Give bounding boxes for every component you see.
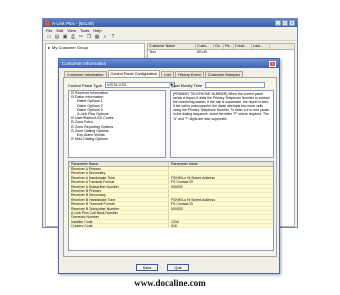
col-parameter-value[interactable]: Parameter Value — [169, 162, 273, 166]
parameter-name: Receiver B Transmit Format — [69, 202, 169, 206]
save-icon[interactable]: ▣ — [62, 34, 68, 40]
parameter-value[interactable]: 000000 — [169, 207, 273, 210]
new-icon[interactable]: ▭ — [46, 34, 52, 40]
parameter-value[interactable]: 1234 — [169, 220, 273, 223]
parameter-name: Receiver A Secondary — [69, 171, 169, 175]
control-panel-type-value: VISTA-VS3 — [106, 83, 127, 87]
control-panel-type-select[interactable]: VISTA-VS3 ▼ — [104, 82, 175, 88]
menu-tools[interactable]: Tools — [80, 28, 89, 33]
menu-edit[interactable]: Edit — [56, 28, 63, 33]
parameter-value[interactable]: FSKHi/Lo Hi Speed Address — [169, 176, 273, 179]
col-customer-id[interactable]: Custo... — [196, 44, 214, 49]
close-icon[interactable]: × — [269, 60, 276, 67]
parameter-name: Receiver B Subscriber Number — [69, 206, 169, 210]
copy-icon[interactable]: ❐ — [86, 34, 92, 40]
list-item[interactable]: Test 60149 — [148, 50, 294, 55]
watermark: www.docaline.com — [134, 278, 206, 288]
parameter-name: Domestic Number — [69, 215, 169, 219]
parameter-value[interactable] — [169, 193, 273, 196]
options-tree[interactable]: ⊟ Receiver Information ⊟ Dialer Informati… — [68, 90, 166, 158]
find-icon[interactable]: ⌕ — [102, 34, 108, 40]
parameter-value[interactable]: FS Contact ID — [169, 180, 273, 183]
parameter-value[interactable] — [169, 215, 273, 218]
parameter-value[interactable]: 000 — [169, 224, 273, 227]
maximize-icon[interactable]: □ — [282, 20, 288, 26]
paste-icon[interactable]: ▦ — [94, 34, 100, 40]
close-icon[interactable]: × — [289, 20, 295, 26]
minimize-icon[interactable]: _ — [275, 20, 281, 26]
dialog-title: Customer Information — [62, 61, 107, 66]
parameter-value[interactable] — [169, 167, 273, 170]
parameter-name: A-Link Plus Call Back Number — [69, 210, 169, 215]
col-last[interactable]: Last... — [252, 44, 270, 49]
last-modify-time-label: Last Modify Time — [172, 82, 203, 88]
parameter-name: Receiver A Primary — [69, 167, 169, 171]
parameter-name: Receiver B Primary — [69, 188, 169, 193]
customer-information-dialog: Customer Information × Customer Informat… — [58, 58, 280, 274]
control-panel-configuration-panel: Control Panel Type VISTA-VS3 ▼ Last Modi… — [63, 77, 277, 257]
option-description: [PRIMARY TELEPHONE NUMBER] When the cont… — [170, 90, 274, 158]
parameter-name: Receiver B Secondary — [69, 193, 169, 197]
parameter-table[interactable]: Parameter Name Parameter Value Receiver … — [68, 161, 274, 251]
list-item-id: 60149 — [197, 50, 207, 54]
app-icon — [45, 20, 50, 26]
folder-icon: ▸ — [48, 45, 51, 50]
col-ov[interactable]: Ov... — [214, 44, 224, 49]
main-window-title: A-Link Plus - [60149] — [52, 20, 94, 26]
parameter-name: Receiver A Transmit Format — [69, 180, 169, 184]
tree-item-label: My Customer Group — [52, 45, 89, 50]
parameter-name: Receiver B Handshake Tone — [69, 197, 169, 202]
parameter-value[interactable]: FS Contact ID — [169, 202, 273, 205]
tab-control-panel-configuration[interactable]: Control Panel Configuration — [107, 70, 161, 77]
table-row[interactable]: Country Code 000 — [69, 224, 273, 229]
menu-file[interactable]: File — [46, 28, 52, 33]
parameter-value[interactable]: FSKHi/Lo Hi Speed Address — [169, 198, 273, 201]
last-modify-time-field[interactable] — [205, 82, 266, 88]
control-panel-type-label: Control Panel Type — [68, 82, 102, 88]
main-titlebar[interactable]: A-Link Plus - [60149] _ □ × — [43, 19, 297, 27]
options-tree-item[interactable]: ⊟ Misc Dialing Options — [69, 137, 165, 141]
parameter-value[interactable] — [169, 171, 273, 174]
cut-icon[interactable]: ✂ — [78, 34, 84, 40]
print-icon[interactable]: ⎙ — [70, 34, 76, 40]
col-parameter-name[interactable]: Parameter Name — [69, 162, 169, 166]
parameter-name: Installer Code — [69, 219, 169, 224]
list-item-name: Test — [149, 50, 156, 54]
open-icon[interactable]: ▤ — [54, 34, 60, 40]
col-created[interactable]: Creat... — [234, 44, 252, 49]
parameter-value[interactable] — [169, 211, 273, 214]
menu-view[interactable]: View — [67, 28, 76, 33]
help-icon[interactable]: ? — [110, 34, 116, 40]
parameter-name: Receiver A Handshake Tone — [69, 175, 169, 180]
quit-button[interactable]: Quit — [167, 264, 189, 271]
col-pa[interactable]: Pa... — [224, 44, 234, 49]
save-button[interactable]: Save — [136, 264, 158, 271]
dialog-titlebar[interactable]: Customer Information × — [59, 59, 279, 68]
menu-help[interactable]: Help — [93, 28, 101, 33]
parameter-value[interactable] — [169, 189, 273, 192]
parameter-name: Country Code — [69, 224, 169, 228]
parameter-name: Receiver A Subscriber Number — [69, 184, 169, 188]
toolbar: ▭ ▤ ▣ ⎙ ✂ ❐ ▦ ⌕ ? — [43, 33, 297, 41]
col-customer-name[interactable]: Customer Name — [148, 44, 196, 49]
options-tree-item-label: Misc Dialing Options — [75, 137, 108, 142]
tree-item-customer-group[interactable]: ▸ My Customer Group — [46, 44, 144, 51]
parameter-value[interactable]: 000000 — [169, 185, 273, 188]
